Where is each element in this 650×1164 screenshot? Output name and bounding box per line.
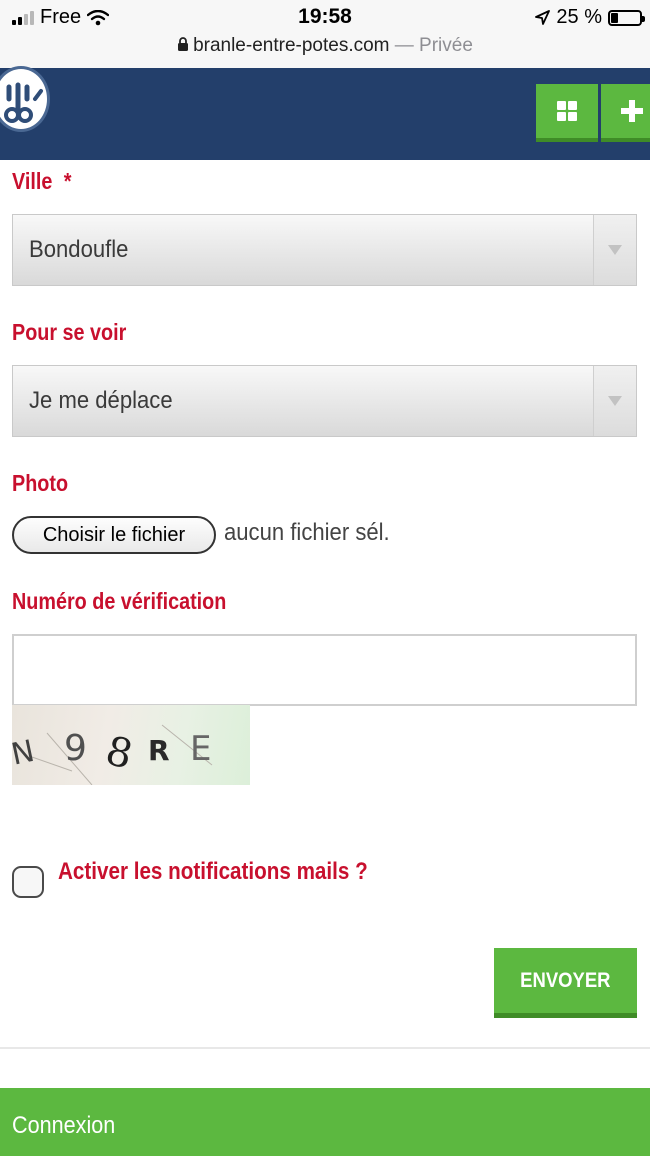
chevron-down-icon xyxy=(608,396,622,406)
logo-icon xyxy=(4,82,43,123)
battery-area: 25 % xyxy=(535,6,645,29)
svg-text:8: 8 xyxy=(101,728,137,779)
plus-icon xyxy=(621,100,643,122)
svg-text:N: N xyxy=(12,734,38,773)
chevron-down-icon xyxy=(608,245,622,255)
url-text: branle-entre-potes.com xyxy=(193,35,390,56)
browser-status-bar: Free 19:58 25 % branle-entre-potes.com —… xyxy=(0,0,650,68)
divider xyxy=(0,1047,650,1049)
captcha-image: N 9 8 R E xyxy=(12,705,250,785)
required-mark: * xyxy=(62,168,71,194)
notifications-label[interactable]: Activer les notifications mails ? xyxy=(58,858,368,886)
svg-text:9: 9 xyxy=(64,728,87,769)
svg-text:E: E xyxy=(190,729,211,769)
site-logo[interactable] xyxy=(0,66,50,132)
private-label: — Privée xyxy=(394,35,473,56)
verification-input[interactable] xyxy=(12,634,637,706)
ville-select-toggle[interactable] xyxy=(593,215,636,285)
battery-percent: 25 % xyxy=(556,6,602,28)
photo-label: Photo xyxy=(12,470,69,496)
pour-se-voir-label: Pour se voir xyxy=(12,319,127,345)
verification-label: Numéro de vérification xyxy=(12,588,227,614)
url-bar[interactable]: branle-entre-potes.com — Privée xyxy=(0,35,650,57)
ville-select[interactable]: Bondoufle xyxy=(12,214,637,286)
lock-icon xyxy=(178,37,189,51)
choose-file-button[interactable]: Choisir le fichier xyxy=(12,516,216,554)
grid-menu-button[interactable] xyxy=(536,84,598,142)
add-button[interactable] xyxy=(601,84,650,142)
svg-text:R: R xyxy=(148,734,170,767)
send-button[interactable]: ENVOYER xyxy=(494,948,637,1018)
file-status: aucun fichier sél. xyxy=(224,519,390,546)
grid-icon xyxy=(557,101,577,121)
site-header xyxy=(0,66,650,160)
pour-se-voir-value: Je me déplace xyxy=(29,387,173,414)
notifications-checkbox[interactable] xyxy=(12,866,44,898)
send-button-label: ENVOYER xyxy=(520,969,611,992)
ville-label: Ville * xyxy=(12,168,71,195)
ville-label-text: Ville xyxy=(12,168,53,194)
login-bar[interactable]: Connexion xyxy=(0,1088,650,1156)
location-arrow-icon xyxy=(535,10,551,25)
battery-icon xyxy=(608,9,645,26)
ville-select-value: Bondoufle xyxy=(29,236,129,263)
pour-se-voir-select[interactable]: Je me déplace xyxy=(12,365,637,437)
login-label: Connexion xyxy=(12,1112,116,1139)
pour-se-voir-toggle[interactable] xyxy=(593,366,636,436)
